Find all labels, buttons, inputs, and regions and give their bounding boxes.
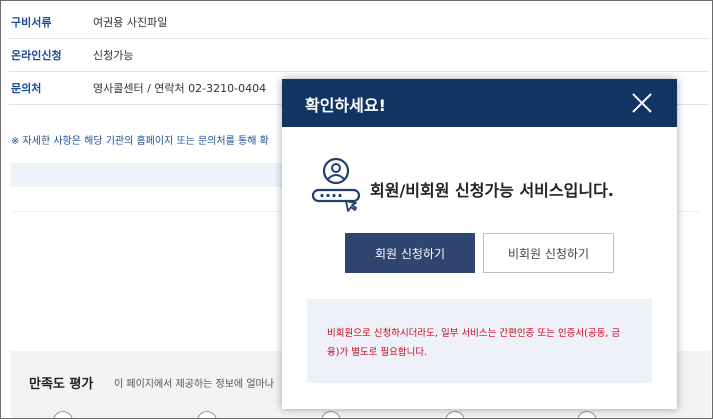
rating-radio[interactable]	[197, 411, 217, 418]
modal-message-block: 회원/비회원 신청가능 서비스입니다.	[310, 157, 660, 217]
info-label: 온라인신청	[11, 48, 62, 62]
info-note: ※ 자세한 사항은 해당 기관의 홈페이지 또는 문의처를 통해 확	[11, 136, 269, 147]
notice-text: 비회원으로 신청하시더라도, 일부 서비스는 간편인증 또는 인증서(공동, 금…	[327, 328, 621, 358]
modal-message: 회원/비회원 신청가능 서비스입니다.	[370, 181, 614, 200]
rating-radio[interactable]	[445, 411, 465, 418]
modal-title: 확인하세요!	[305, 96, 386, 115]
info-value: 여권용 사진파일	[93, 15, 168, 29]
rating-radio[interactable]	[53, 411, 73, 418]
section-bar	[11, 163, 291, 187]
rating-description: 이 페이지에서 제공하는 정보에 얼마나	[114, 379, 274, 390]
rating-title: 만족도 평가	[29, 377, 94, 392]
rating-radio[interactable]	[321, 411, 341, 418]
info-label: 구비서류	[11, 15, 52, 29]
info-value: 영사콜센터 / 연락처 02-3210-0404	[93, 81, 267, 95]
notice-box: 비회원으로 신청하시더라도, 일부 서비스는 간편인증 또는 인증서(공동, 금…	[307, 299, 652, 383]
guest-apply-button[interactable]: 비회원 신청하기	[483, 233, 614, 273]
info-value: 신청가능	[93, 48, 134, 62]
info-label: 문의처	[11, 81, 42, 95]
rating-radio[interactable]	[577, 411, 597, 418]
close-icon[interactable]	[629, 90, 655, 116]
info-row-documents: 구비서류 여권용 사진파일	[9, 5, 709, 39]
modal-header: 확인하세요!	[282, 79, 677, 127]
page-frame: 구비서류 여권용 사진파일 온라인신청 신청가능 문의처 영사콜센터 / 연락처…	[0, 0, 713, 419]
confirm-modal: 확인하세요! 회원/비회원 신청가능 서비스입니다. 회원 신청하기 비회원 신…	[282, 79, 677, 409]
info-row-online: 온라인신청 신청가능	[9, 38, 709, 72]
member-apply-button[interactable]: 회원 신청하기	[345, 233, 475, 273]
user-login-icon	[311, 157, 361, 212]
